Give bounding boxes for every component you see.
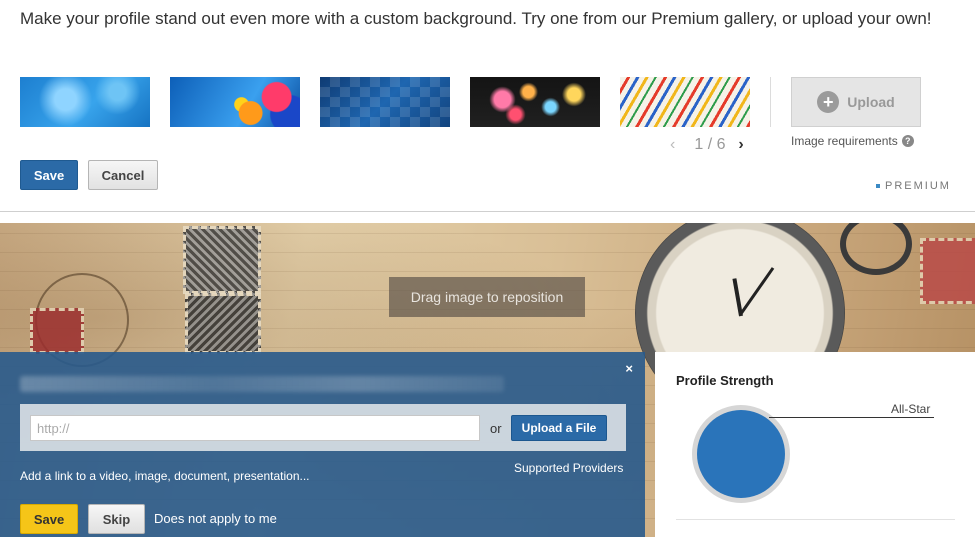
image-requirements-label: Image requirements <box>791 134 898 148</box>
background-thumbnail[interactable] <box>170 77 300 127</box>
profile-strength-meter[interactable] <box>697 410 785 498</box>
upload-background-button[interactable]: + Upload <box>791 77 921 127</box>
profile-strength-card: Profile Strength All-Star <box>655 352 975 537</box>
background-thumbnail[interactable] <box>620 77 750 127</box>
add-media-panel: × or Upload a File Add a link to a video… <box>0 352 645 537</box>
help-icon[interactable]: ? <box>901 135 914 147</box>
does-not-apply-link[interactable]: Does not apply to me <box>154 511 277 526</box>
premium-label: PREMIUM <box>885 180 951 192</box>
strength-level-label: All-Star <box>891 402 931 416</box>
strength-level-line <box>769 417 934 418</box>
background-thumbnail[interactable] <box>20 77 150 127</box>
add-link-help-text: Add a link to a video, image, document, … <box>20 469 310 483</box>
gallery-divider <box>770 77 771 127</box>
media-url-input[interactable] <box>30 415 480 441</box>
or-label: or <box>490 421 502 436</box>
skip-button[interactable]: Skip <box>88 504 145 534</box>
cancel-button[interactable]: Cancel <box>88 160 158 190</box>
upload-button-label: Upload <box>847 94 895 110</box>
strength-divider <box>676 519 955 520</box>
profile-strength-title: Profile Strength <box>676 373 774 388</box>
stamp-decoration <box>185 293 261 354</box>
background-thumbnail[interactable] <box>470 77 600 127</box>
premium-badge: PREMIUM <box>876 180 951 192</box>
chevron-left-icon[interactable]: ‹ <box>670 136 688 154</box>
background-gallery-panel: Make your profile stand out even more wi… <box>0 0 975 212</box>
watch-hand <box>732 278 743 317</box>
supported-providers-link[interactable]: Supported Providers <box>514 461 623 475</box>
media-save-button[interactable]: Save <box>20 504 78 534</box>
stamp-decoration <box>183 226 261 294</box>
pager-page-indicator: 1 / 6 <box>694 136 726 153</box>
save-button[interactable]: Save <box>20 160 78 190</box>
chevron-right-icon[interactable]: › <box>732 136 750 154</box>
watch-crown-decoration <box>840 223 912 275</box>
plus-icon: + <box>817 91 840 113</box>
close-icon[interactable]: × <box>625 361 633 376</box>
image-requirements-link[interactable]: Image requirements ? <box>791 134 914 148</box>
gallery-pager: ‹ 1 / 6 › <box>670 136 750 154</box>
stamp-decoration <box>30 308 84 354</box>
drag-reposition-hint[interactable]: Drag image to reposition <box>389 277 585 317</box>
gallery-intro-text: Make your profile stand out even more wi… <box>20 9 932 28</box>
background-thumbnail[interactable] <box>320 77 450 127</box>
stamp-decoration <box>920 238 975 304</box>
premium-square-icon <box>876 184 880 188</box>
blurred-heading <box>20 376 504 392</box>
watch-hand <box>740 267 775 314</box>
upload-file-button[interactable]: Upload a File <box>511 415 607 441</box>
url-entry-box: or Upload a File <box>20 404 626 451</box>
